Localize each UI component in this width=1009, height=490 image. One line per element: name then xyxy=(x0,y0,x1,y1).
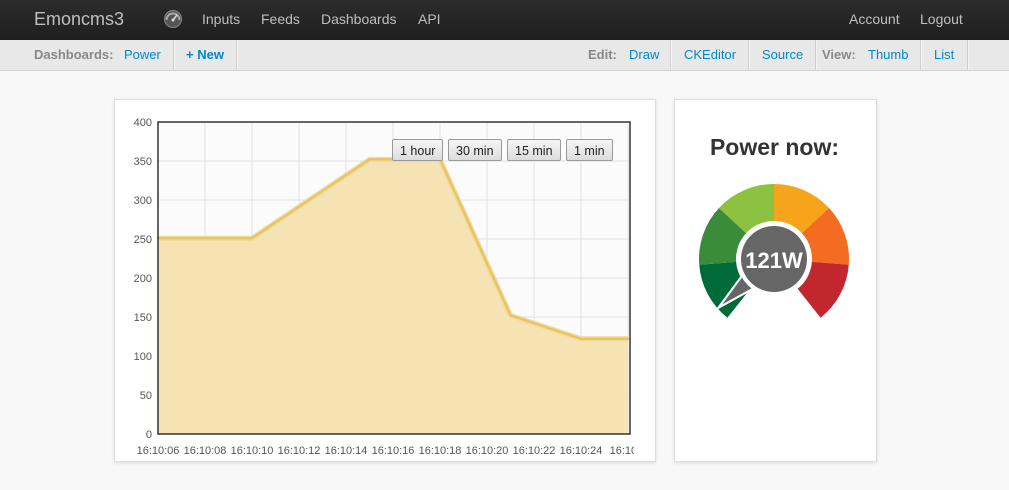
range-30-min-button[interactable]: 30 min xyxy=(448,139,502,161)
range-1-hour-button[interactable]: 1 hour xyxy=(392,139,444,161)
range-15-min-button[interactable]: 15 min xyxy=(507,139,561,161)
range-1-min-button[interactable]: 1 min xyxy=(566,139,613,161)
label-clip xyxy=(634,440,654,460)
x-tick-label: 16:10:22 xyxy=(513,445,556,457)
gauge-title: Power now: xyxy=(709,134,840,160)
x-tick-label: 16:10:18 xyxy=(419,445,462,457)
x-tick-label: 16:10:16 xyxy=(372,445,415,457)
y-tick-label: 300 xyxy=(134,195,152,207)
data-point xyxy=(626,337,630,341)
x-tick-label: 16:10:08 xyxy=(184,445,227,457)
y-tick-label: 50 xyxy=(140,390,152,402)
y-tick-label: 200 xyxy=(134,273,152,285)
data-point xyxy=(509,314,512,317)
y-tick-label: 350 xyxy=(134,156,152,168)
data-point xyxy=(368,158,371,161)
y-tick-label: 0 xyxy=(146,429,152,441)
x-tick-label: 16:10:24 xyxy=(560,445,603,457)
y-tick-label: 100 xyxy=(134,351,152,363)
x-tick-label: 16:10:20 xyxy=(466,445,509,457)
data-point xyxy=(250,237,254,240)
y-tick-label: 250 xyxy=(134,234,152,246)
x-tick-label: 16:10:14 xyxy=(325,445,368,457)
y-tick-label: 150 xyxy=(134,312,152,324)
x-tick-label: 16:10:10 xyxy=(231,445,274,457)
x-tick-label: 16:10:06 xyxy=(137,445,180,457)
data-point xyxy=(579,337,583,341)
power-gauge: 121W xyxy=(699,184,849,318)
y-tick-label: 400 xyxy=(134,117,152,129)
x-tick-label: 16:10:12 xyxy=(278,445,321,457)
gauge-value: 121W xyxy=(745,248,803,273)
